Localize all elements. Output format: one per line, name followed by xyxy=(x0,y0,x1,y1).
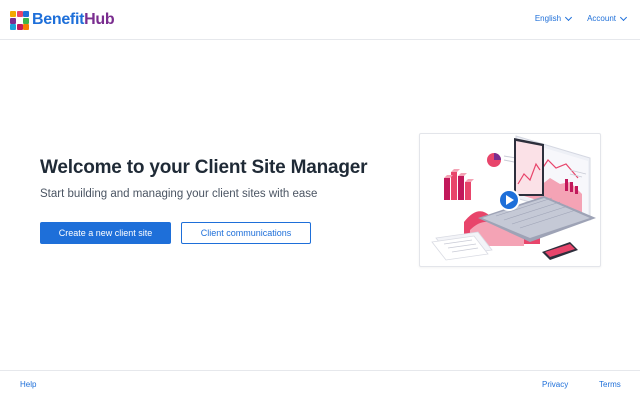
benefithub-logo[interactable]: BenefitHub xyxy=(10,9,115,31)
privacy-link[interactable]: Privacy xyxy=(542,380,568,389)
chevron-down-icon xyxy=(565,13,573,21)
illustration-graphic xyxy=(431,135,596,261)
account-label: Account xyxy=(587,14,616,23)
laptop-analytics-illustration xyxy=(419,133,601,267)
logo-text-hub: Hub xyxy=(84,11,115,28)
help-link[interactable]: Help xyxy=(20,380,36,389)
client-communications-button[interactable]: Client communications xyxy=(181,222,311,244)
top-navigation-bar: BenefitHub English Account xyxy=(0,0,640,40)
account-dropdown[interactable]: Account xyxy=(587,13,628,23)
terms-link[interactable]: Terms xyxy=(599,380,621,389)
create-client-site-button[interactable]: Create a new client site xyxy=(40,222,171,244)
logo-icon xyxy=(10,10,29,30)
chevron-down-icon xyxy=(619,13,628,21)
page-footer: Help Privacy Terms xyxy=(0,370,640,400)
language-dropdown[interactable]: English xyxy=(534,13,573,23)
logo-text-benefit: Benefit xyxy=(32,11,85,28)
header-menus: English Account xyxy=(534,13,628,23)
page-subtitle: Start building and managing your client … xyxy=(40,188,318,200)
language-label: English xyxy=(534,14,562,23)
logo-wordmark: BenefitHub xyxy=(32,11,115,29)
page-title: Welcome to your Client Site Manager xyxy=(40,157,368,178)
